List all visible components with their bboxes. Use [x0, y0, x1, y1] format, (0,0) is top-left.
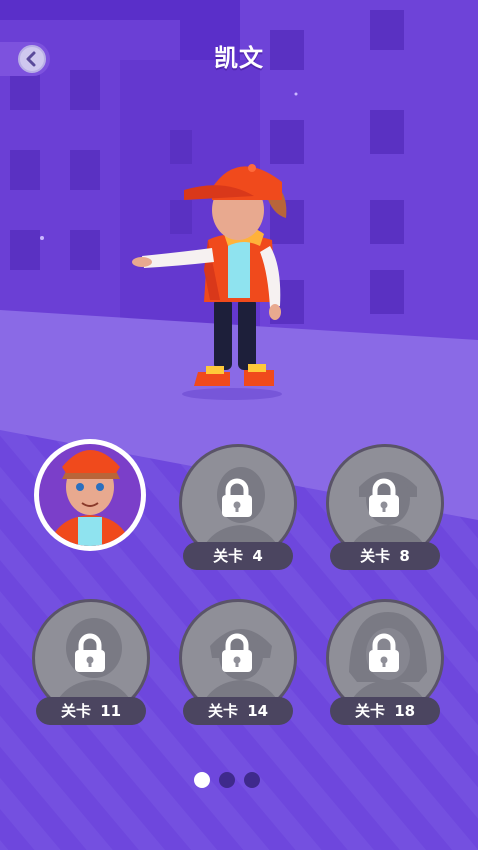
level-number: 18	[394, 702, 416, 720]
level-requirement-badge: 关卡 8	[330, 542, 440, 570]
lock-icon	[222, 633, 252, 672]
level-label: 关卡	[354, 702, 385, 720]
level-label: 关卡	[213, 547, 244, 565]
level-number: 11	[100, 702, 122, 720]
skin-slot-locked[interactable]: 关卡 4	[179, 444, 299, 574]
level-number: 14	[247, 702, 269, 720]
page-dot[interactable]	[244, 772, 260, 788]
page-dot-active[interactable]	[194, 772, 210, 788]
page-dot[interactable]	[219, 772, 235, 788]
lock-icon	[75, 633, 105, 672]
lock-icon	[369, 633, 399, 672]
lock-icon	[369, 478, 399, 517]
skin-slot-selected[interactable]	[22, 437, 158, 557]
character-portrait	[34, 439, 146, 551]
level-requirement-badge: 关卡 4	[183, 542, 293, 570]
skin-slot-locked[interactable]: 关卡 11	[32, 599, 152, 729]
skin-slot-locked[interactable]: 关卡 8	[326, 444, 446, 574]
skin-slot-locked[interactable]: 关卡 18	[326, 599, 446, 729]
level-label: 关卡	[207, 702, 238, 720]
level-requirement-badge: 关卡 18	[330, 697, 440, 725]
level-requirement-badge: 关卡 14	[183, 697, 293, 725]
level-number: 4	[252, 547, 263, 565]
skin-grid: 关卡 4 关卡 8 关卡 11 关卡 14 关卡 18	[0, 0, 478, 850]
level-label: 关卡	[360, 547, 391, 565]
level-label: 关卡	[60, 702, 91, 720]
level-number: 8	[399, 547, 410, 565]
page-indicator	[0, 772, 478, 788]
level-requirement-badge: 关卡 11	[36, 697, 146, 725]
skin-slot-locked[interactable]: 关卡 14	[179, 599, 299, 729]
lock-icon	[222, 478, 252, 517]
